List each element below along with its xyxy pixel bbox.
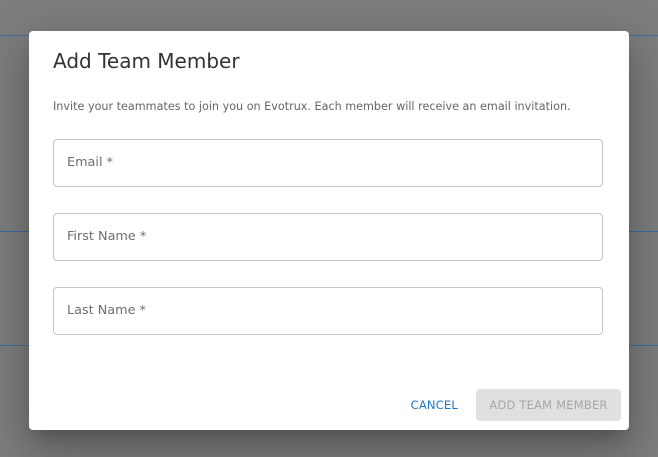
dialog-description: Invite your teammates to join you on Evo…	[53, 100, 571, 113]
dialog-actions: CANCEL ADD TEAM MEMBER	[401, 389, 621, 421]
last-name-field[interactable]: Last Name *	[53, 287, 603, 335]
email-field[interactable]: Email *	[53, 139, 603, 187]
dialog-title: Add Team Member	[53, 49, 240, 73]
last-name-input[interactable]	[54, 288, 602, 334]
first-name-input[interactable]	[54, 214, 602, 260]
email-input[interactable]	[54, 140, 602, 186]
first-name-field[interactable]: First Name *	[53, 213, 603, 261]
cancel-button[interactable]: CANCEL	[401, 389, 468, 421]
add-team-member-dialog: Add Team Member Invite your teammates to…	[29, 31, 629, 430]
add-team-member-button[interactable]: ADD TEAM MEMBER	[476, 389, 621, 421]
